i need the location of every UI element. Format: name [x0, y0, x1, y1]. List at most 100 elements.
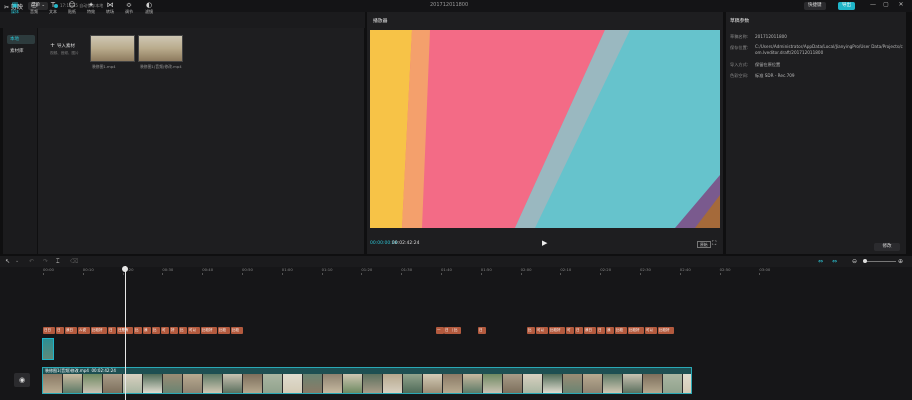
subtitle-clip[interactable]: 比 — [152, 327, 160, 334]
subtitle-clip[interactable]: 比 — [453, 327, 461, 334]
subtitle-clip[interactable]: 比较好 — [658, 327, 674, 334]
playhead-handle[interactable] — [122, 266, 128, 272]
subtitle-clip[interactable]: 比较好 — [549, 327, 565, 334]
video-preview[interactable] — [370, 30, 720, 228]
subtitle-clip[interactable]: 比较 — [218, 327, 230, 334]
plus-icon: + — [50, 42, 57, 49]
subtitle-clip[interactable]: 比较 — [231, 327, 243, 334]
timeline-tick-mark — [719, 273, 721, 275]
timeline-tick: 02:50 — [719, 267, 731, 272]
transition-icon: ⋈ — [106, 1, 114, 9]
video-frame-thumb — [583, 374, 603, 393]
tab-audio[interactable]: ◷ 音频 — [25, 1, 43, 15]
video-frame-thumb — [223, 374, 243, 393]
subtitle-clip[interactable]: 我日 — [584, 327, 596, 334]
sidebar-item-local[interactable]: 本地 — [7, 35, 35, 44]
modify-button[interactable]: 修改 — [874, 243, 900, 251]
chevron-down-icon[interactable]: ⌄ — [15, 258, 19, 264]
fullscreen-icon[interactable]: ⛶ — [712, 240, 716, 248]
subtitle-clip[interactable]: 可 — [566, 327, 574, 334]
filmstrip — [43, 374, 691, 393]
close-icon[interactable]: ✕ — [896, 1, 906, 11]
video-frame-thumb — [283, 374, 303, 393]
shortcut-button[interactable]: 快捷键 — [804, 2, 826, 10]
subtitle-clip[interactable]: 日日 — [43, 327, 55, 334]
delete-icon[interactable]: ⌫ — [70, 258, 78, 265]
zoom-in-icon[interactable]: ⊕ — [898, 258, 903, 265]
subtitle-clip[interactable]: 可以 — [645, 327, 657, 334]
image-clip[interactable] — [42, 338, 54, 360]
timeline-tick-mark — [43, 273, 44, 275]
subtitle-clip[interactable]: 比较好 — [91, 327, 107, 334]
timeline-tick-mark — [281, 273, 283, 275]
snap-icon[interactable]: ⇔ — [818, 258, 823, 265]
undo-icon[interactable]: ↶ — [29, 258, 34, 265]
subtitle-clip[interactable]: 比较 — [615, 327, 627, 334]
maximize-icon[interactable]: ▢ — [881, 1, 891, 11]
zoom-slider[interactable] — [866, 261, 896, 262]
tab-filter[interactable]: ◐ 滤镜 — [140, 1, 158, 15]
video-frame-thumb — [243, 374, 263, 393]
zoom-out-icon[interactable]: ⊖ — [852, 258, 857, 265]
subtitle-clip[interactable]: 日 — [597, 327, 605, 334]
main-track-name: 装修图1(音频)修改.mp4 — [45, 368, 89, 373]
video-frame-thumb — [63, 374, 83, 393]
subtitle-clip[interactable]: 比较好 — [628, 327, 644, 334]
subtitle-clip[interactable]: 日 — [478, 327, 486, 334]
subtitle-clip[interactable]: 比较好 — [201, 327, 217, 334]
split-icon[interactable]: ⌶ — [56, 258, 60, 266]
subtitle-clip[interactable]: 比 — [179, 327, 187, 334]
subtitle-clip[interactable]: 可 — [161, 327, 169, 334]
subtitle-clip[interactable]: 我 — [143, 327, 151, 334]
link-icon[interactable]: ⇔ — [832, 258, 837, 265]
tab-label: 转场 — [106, 9, 114, 14]
subtitle-clip[interactable]: 比 — [134, 327, 142, 334]
timeline-tick-mark — [759, 273, 761, 275]
timeline-tick: 02:10 — [560, 267, 572, 272]
subtitle-clip[interactable]: 可以 — [536, 327, 548, 334]
subtitle-clip[interactable]: ル说 — [78, 327, 90, 334]
subtitle-clip[interactable]: 我 — [606, 327, 614, 334]
main-video-track[interactable] — [42, 367, 692, 394]
subtitle-clip[interactable]: 我日 — [65, 327, 77, 334]
tab-text[interactable]: T 文本 — [44, 1, 62, 15]
tab-transition[interactable]: ⋈ 转场 — [101, 1, 119, 15]
media-thumbnail-1[interactable] — [90, 35, 135, 62]
video-frame-thumb — [543, 374, 563, 393]
select-tool-icon[interactable]: ↖ — [5, 258, 10, 265]
video-frame-thumb — [603, 374, 623, 393]
media-caption-1: 装修图1.mp4 — [92, 64, 116, 69]
export-button[interactable]: 导出 — [838, 2, 855, 10]
cover-button[interactable]: ◉ — [14, 373, 30, 387]
redo-icon[interactable]: ↷ — [43, 258, 48, 265]
media-thumbnail-2[interactable] — [138, 35, 183, 62]
subtitle-clip[interactable]: 日 — [56, 327, 64, 334]
timeline-tick: 01:40 — [441, 267, 452, 272]
play-icon[interactable]: ▶ — [542, 239, 547, 247]
tab-adjust[interactable]: ≎ 调节 — [120, 1, 138, 15]
minimize-icon[interactable]: — — [868, 1, 878, 11]
subtitle-clip[interactable]: 日 — [108, 327, 116, 334]
timeline-tick: 02:30 — [640, 267, 651, 272]
tab-effects[interactable]: ✦ 特效 — [82, 1, 100, 15]
sidebar-item-library[interactable]: 素材库 — [7, 47, 35, 56]
attr-name-key: 草稿名称: — [730, 34, 749, 39]
filter-icon: ◐ — [145, 1, 153, 9]
import-button[interactable]: + 导入素材 视频、音频、图片 — [50, 42, 80, 56]
timeline-tick: 00:30 — [162, 267, 174, 272]
video-frame-thumb — [663, 374, 683, 393]
video-frame-thumb — [143, 374, 163, 393]
subtitle-clip[interactable]: 可以 — [188, 327, 200, 334]
subtitle-clip[interactable]: 一 — [436, 327, 444, 334]
playhead[interactable] — [125, 266, 126, 400]
ratio-button[interactable]: 原始 — [697, 241, 711, 248]
subtitle-clip[interactable]: 比 — [527, 327, 535, 334]
zoom-slider-handle[interactable] — [863, 259, 867, 263]
subtitle-clip[interactable]: 好 — [170, 327, 178, 334]
timeline-tick: 02:40 — [679, 267, 691, 272]
subtitle-clip[interactable]: 日 — [444, 327, 452, 334]
subtitle-clip[interactable]: 日 — [575, 327, 583, 334]
attr-location-value: C:/Users/Administrator/AppData/Local/Jia… — [755, 44, 903, 55]
tab-sticker[interactable]: ☺ 贴纸 — [63, 1, 81, 15]
tab-media[interactable]: ▣ 媒体 — [6, 1, 24, 15]
